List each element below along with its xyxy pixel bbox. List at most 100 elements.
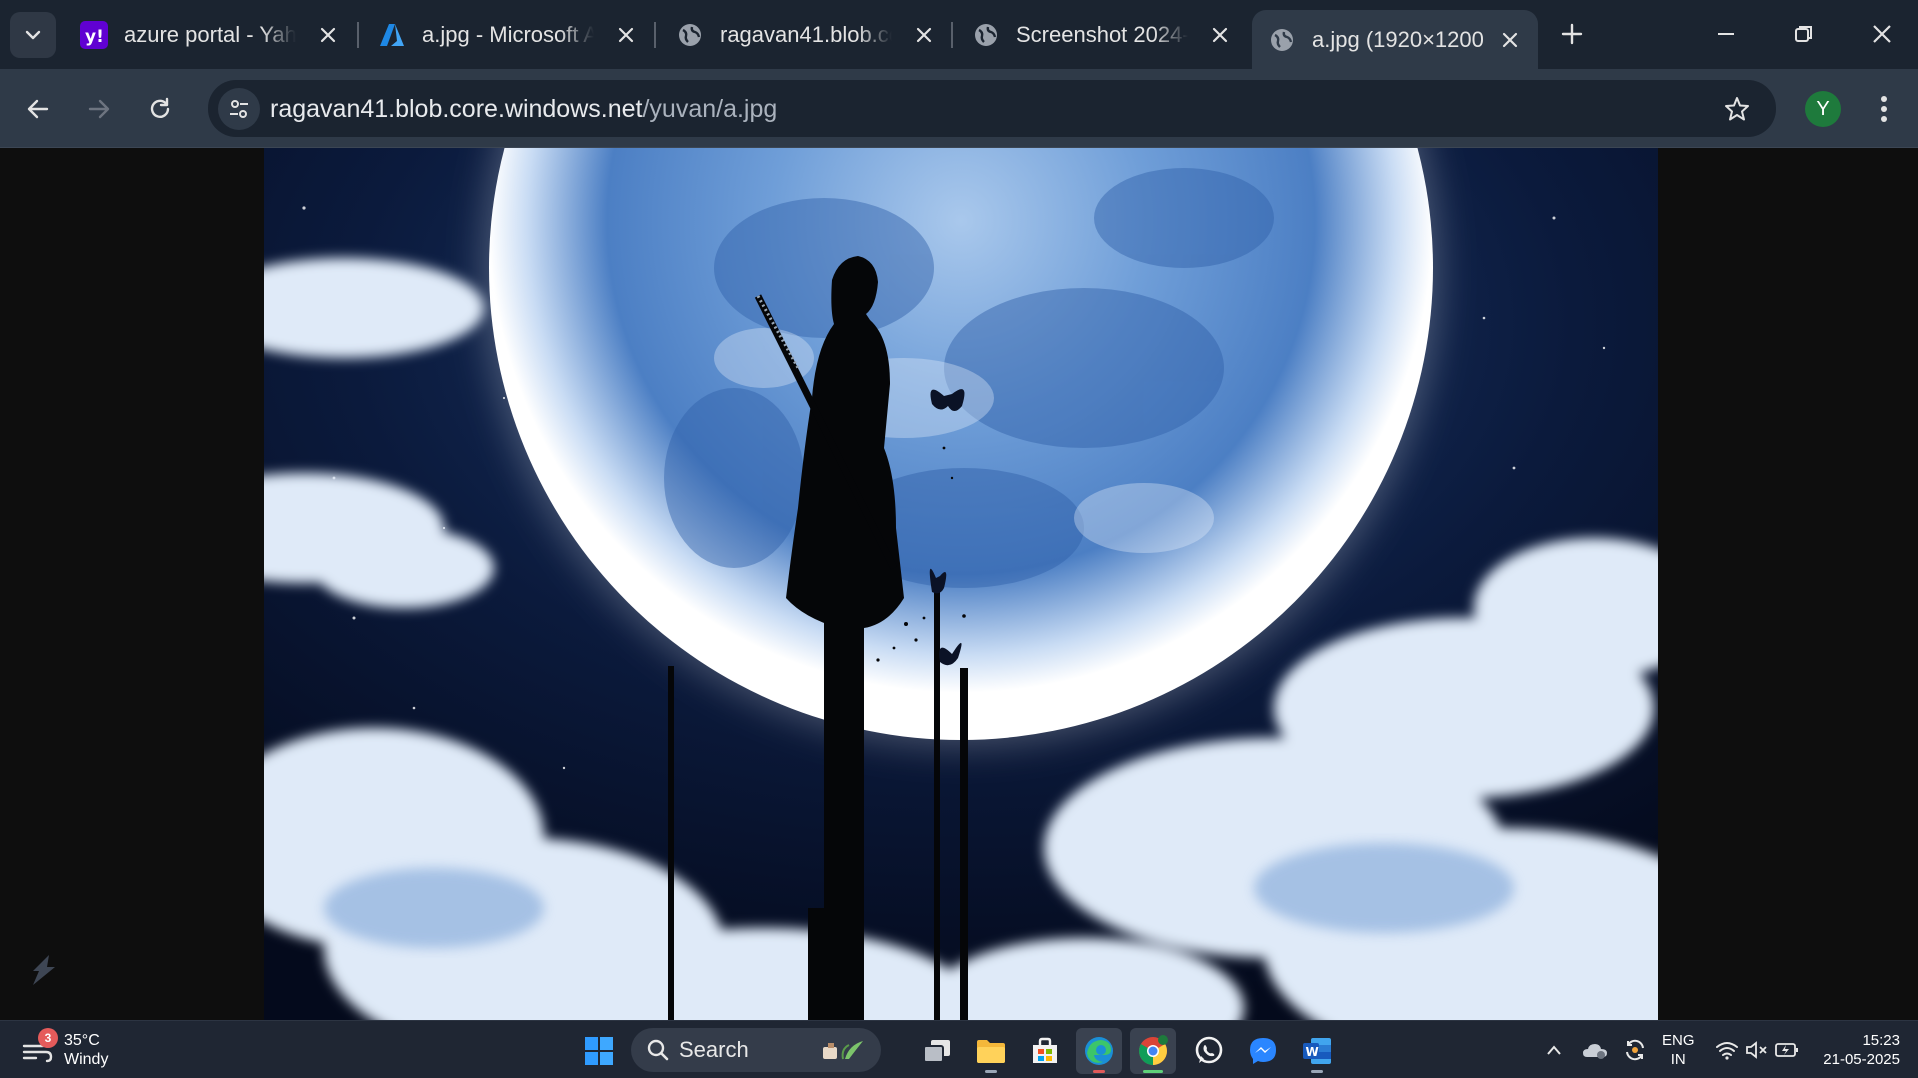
star-icon bbox=[1725, 97, 1749, 121]
browser-menu-button[interactable] bbox=[1866, 89, 1902, 129]
tab-strip: y! azure portal - Yahoo a.jpg - Microsof… bbox=[0, 0, 1918, 69]
yahoo-icon: y! bbox=[80, 20, 108, 49]
volume-tray-button[interactable] bbox=[1742, 1028, 1772, 1072]
more-vert-icon bbox=[1881, 96, 1887, 122]
new-tab-button[interactable] bbox=[1552, 14, 1592, 54]
azure-icon bbox=[378, 21, 406, 49]
search-highlight-icon bbox=[823, 1041, 863, 1060]
moon-silhouette-artwork bbox=[264, 148, 1658, 1020]
weather-badge: 3 bbox=[38, 1028, 58, 1048]
volume-muted-icon bbox=[1746, 1041, 1767, 1059]
restore-icon bbox=[1795, 26, 1812, 42]
onedrive-icon bbox=[1583, 1044, 1607, 1059]
desktop-screen: y! azure portal - Yahoo a.jpg - Microsof… bbox=[0, 0, 1918, 1078]
whatsapp-button[interactable] bbox=[1186, 1028, 1232, 1074]
tab-azure[interactable]: a.jpg - Microsoft Azure bbox=[378, 0, 640, 69]
restore-button[interactable] bbox=[1778, 10, 1830, 58]
weather-temp: 35°C bbox=[64, 1032, 100, 1049]
edge-button[interactable] bbox=[1076, 1028, 1122, 1074]
sync-tray-button[interactable] bbox=[1618, 1028, 1652, 1072]
running-indicator bbox=[1311, 1070, 1323, 1073]
microsoft-store-icon bbox=[1033, 1037, 1057, 1063]
tab-image-active[interactable]: a.jpg (1920×1200) bbox=[1252, 10, 1538, 69]
word-icon: W bbox=[1303, 1038, 1331, 1064]
svg-text:y!: y! bbox=[85, 27, 104, 47]
close-tab-icon[interactable] bbox=[314, 21, 342, 49]
microsoft-store-button[interactable] bbox=[1022, 1028, 1068, 1074]
tab-separator bbox=[654, 22, 656, 48]
url-text[interactable]: ragavan41.blob.core.windows.net/yuvan/a.… bbox=[270, 95, 777, 124]
taskbar-search-box[interactable]: Search bbox=[631, 1028, 881, 1072]
tab-separator bbox=[951, 22, 953, 48]
globe-icon bbox=[676, 21, 704, 49]
tab-separator bbox=[357, 22, 359, 48]
reload-icon bbox=[150, 97, 170, 118]
tab-yahoo[interactable]: y! azure portal - Yahoo bbox=[80, 0, 342, 69]
windy-weather-icon: 3 bbox=[20, 1028, 58, 1068]
copilot-icon bbox=[33, 955, 55, 985]
search-icon bbox=[647, 1039, 669, 1061]
taskbar: 3 35°C Windy Search W ENG IN 15:23 21-05… bbox=[0, 1020, 1918, 1078]
running-indicator bbox=[1143, 1070, 1163, 1073]
weather-widget[interactable]: 3 35°C Windy bbox=[20, 1028, 108, 1071]
start-button[interactable] bbox=[576, 1028, 622, 1074]
taskbar-clock[interactable]: 15:23 21-05-2025 bbox=[1812, 1031, 1900, 1069]
messenger-button[interactable] bbox=[1240, 1028, 1286, 1074]
tab-search-button[interactable] bbox=[10, 12, 56, 58]
file-explorer-icon bbox=[977, 1040, 1005, 1063]
clock-time: 15:23 bbox=[1862, 1032, 1900, 1049]
wifi-icon bbox=[1716, 1042, 1738, 1060]
onedrive-tray-button[interactable] bbox=[1578, 1028, 1612, 1072]
tab-title: azure portal - Yahoo bbox=[124, 21, 296, 47]
bookmark-star-button[interactable] bbox=[1720, 92, 1754, 126]
copilot-sidebar-button[interactable] bbox=[24, 948, 64, 992]
close-tab-icon[interactable] bbox=[1206, 21, 1234, 49]
globe-icon bbox=[1268, 26, 1296, 54]
minimize-button[interactable] bbox=[1700, 10, 1752, 58]
edge-icon bbox=[1085, 1037, 1113, 1065]
wifi-tray-button[interactable] bbox=[1712, 1028, 1742, 1072]
file-explorer-button[interactable] bbox=[968, 1028, 1014, 1074]
tab-screenshot[interactable]: Screenshot 2024-10 bbox=[972, 0, 1234, 69]
sync-icon bbox=[1626, 1039, 1644, 1061]
chevron-up-icon bbox=[1547, 1045, 1561, 1055]
close-window-button[interactable] bbox=[1856, 10, 1908, 58]
search-label: Search bbox=[679, 1037, 749, 1062]
region-code: IN bbox=[1670, 1051, 1686, 1068]
messenger-icon bbox=[1250, 1038, 1276, 1064]
minimize-icon bbox=[1718, 33, 1734, 35]
chrome-button[interactable] bbox=[1130, 1028, 1176, 1074]
task-view-icon bbox=[923, 1040, 950, 1063]
reload-button[interactable] bbox=[139, 88, 181, 130]
close-tab-icon[interactable] bbox=[1496, 26, 1524, 54]
chrome-icon bbox=[1139, 1035, 1168, 1065]
profile-avatar[interactable]: Y bbox=[1805, 91, 1841, 127]
battery-tray-button[interactable] bbox=[1772, 1028, 1802, 1072]
back-button[interactable] bbox=[17, 88, 59, 130]
svg-text:W: W bbox=[1306, 1045, 1319, 1059]
url-host: ragavan41.blob.core.windows.net bbox=[270, 95, 643, 123]
running-indicator bbox=[985, 1070, 997, 1073]
tune-icon bbox=[230, 100, 248, 118]
browser-toolbar: ragavan41.blob.core.windows.net/yuvan/a.… bbox=[0, 69, 1918, 148]
tab-title: a.jpg - Microsoft Azure bbox=[422, 21, 594, 47]
show-hidden-icons-button[interactable] bbox=[1540, 1028, 1568, 1072]
forward-button[interactable] bbox=[78, 88, 120, 130]
tab-blob[interactable]: ragavan41.blob.core bbox=[676, 0, 938, 69]
arrow-right-icon bbox=[88, 99, 110, 119]
running-indicator bbox=[1093, 1070, 1105, 1073]
address-bar[interactable]: ragavan41.blob.core.windows.net/yuvan/a.… bbox=[208, 80, 1776, 137]
task-view-button[interactable] bbox=[914, 1028, 960, 1074]
input-language-indicator[interactable]: ENG IN bbox=[1662, 1031, 1695, 1069]
close-icon bbox=[1873, 25, 1891, 43]
plus-icon bbox=[1561, 23, 1583, 45]
site-info-button[interactable] bbox=[218, 88, 260, 130]
tab-title: Screenshot 2024-10 bbox=[1016, 21, 1188, 47]
language-code: ENG bbox=[1662, 1032, 1695, 1049]
chevron-down-icon bbox=[25, 30, 41, 40]
url-path: /yuvan/a.jpg bbox=[642, 95, 778, 123]
close-tab-icon[interactable] bbox=[612, 21, 640, 49]
anime-moon-image[interactable] bbox=[264, 148, 1658, 1020]
close-tab-icon[interactable] bbox=[910, 21, 938, 49]
word-button[interactable]: W bbox=[1294, 1028, 1340, 1074]
